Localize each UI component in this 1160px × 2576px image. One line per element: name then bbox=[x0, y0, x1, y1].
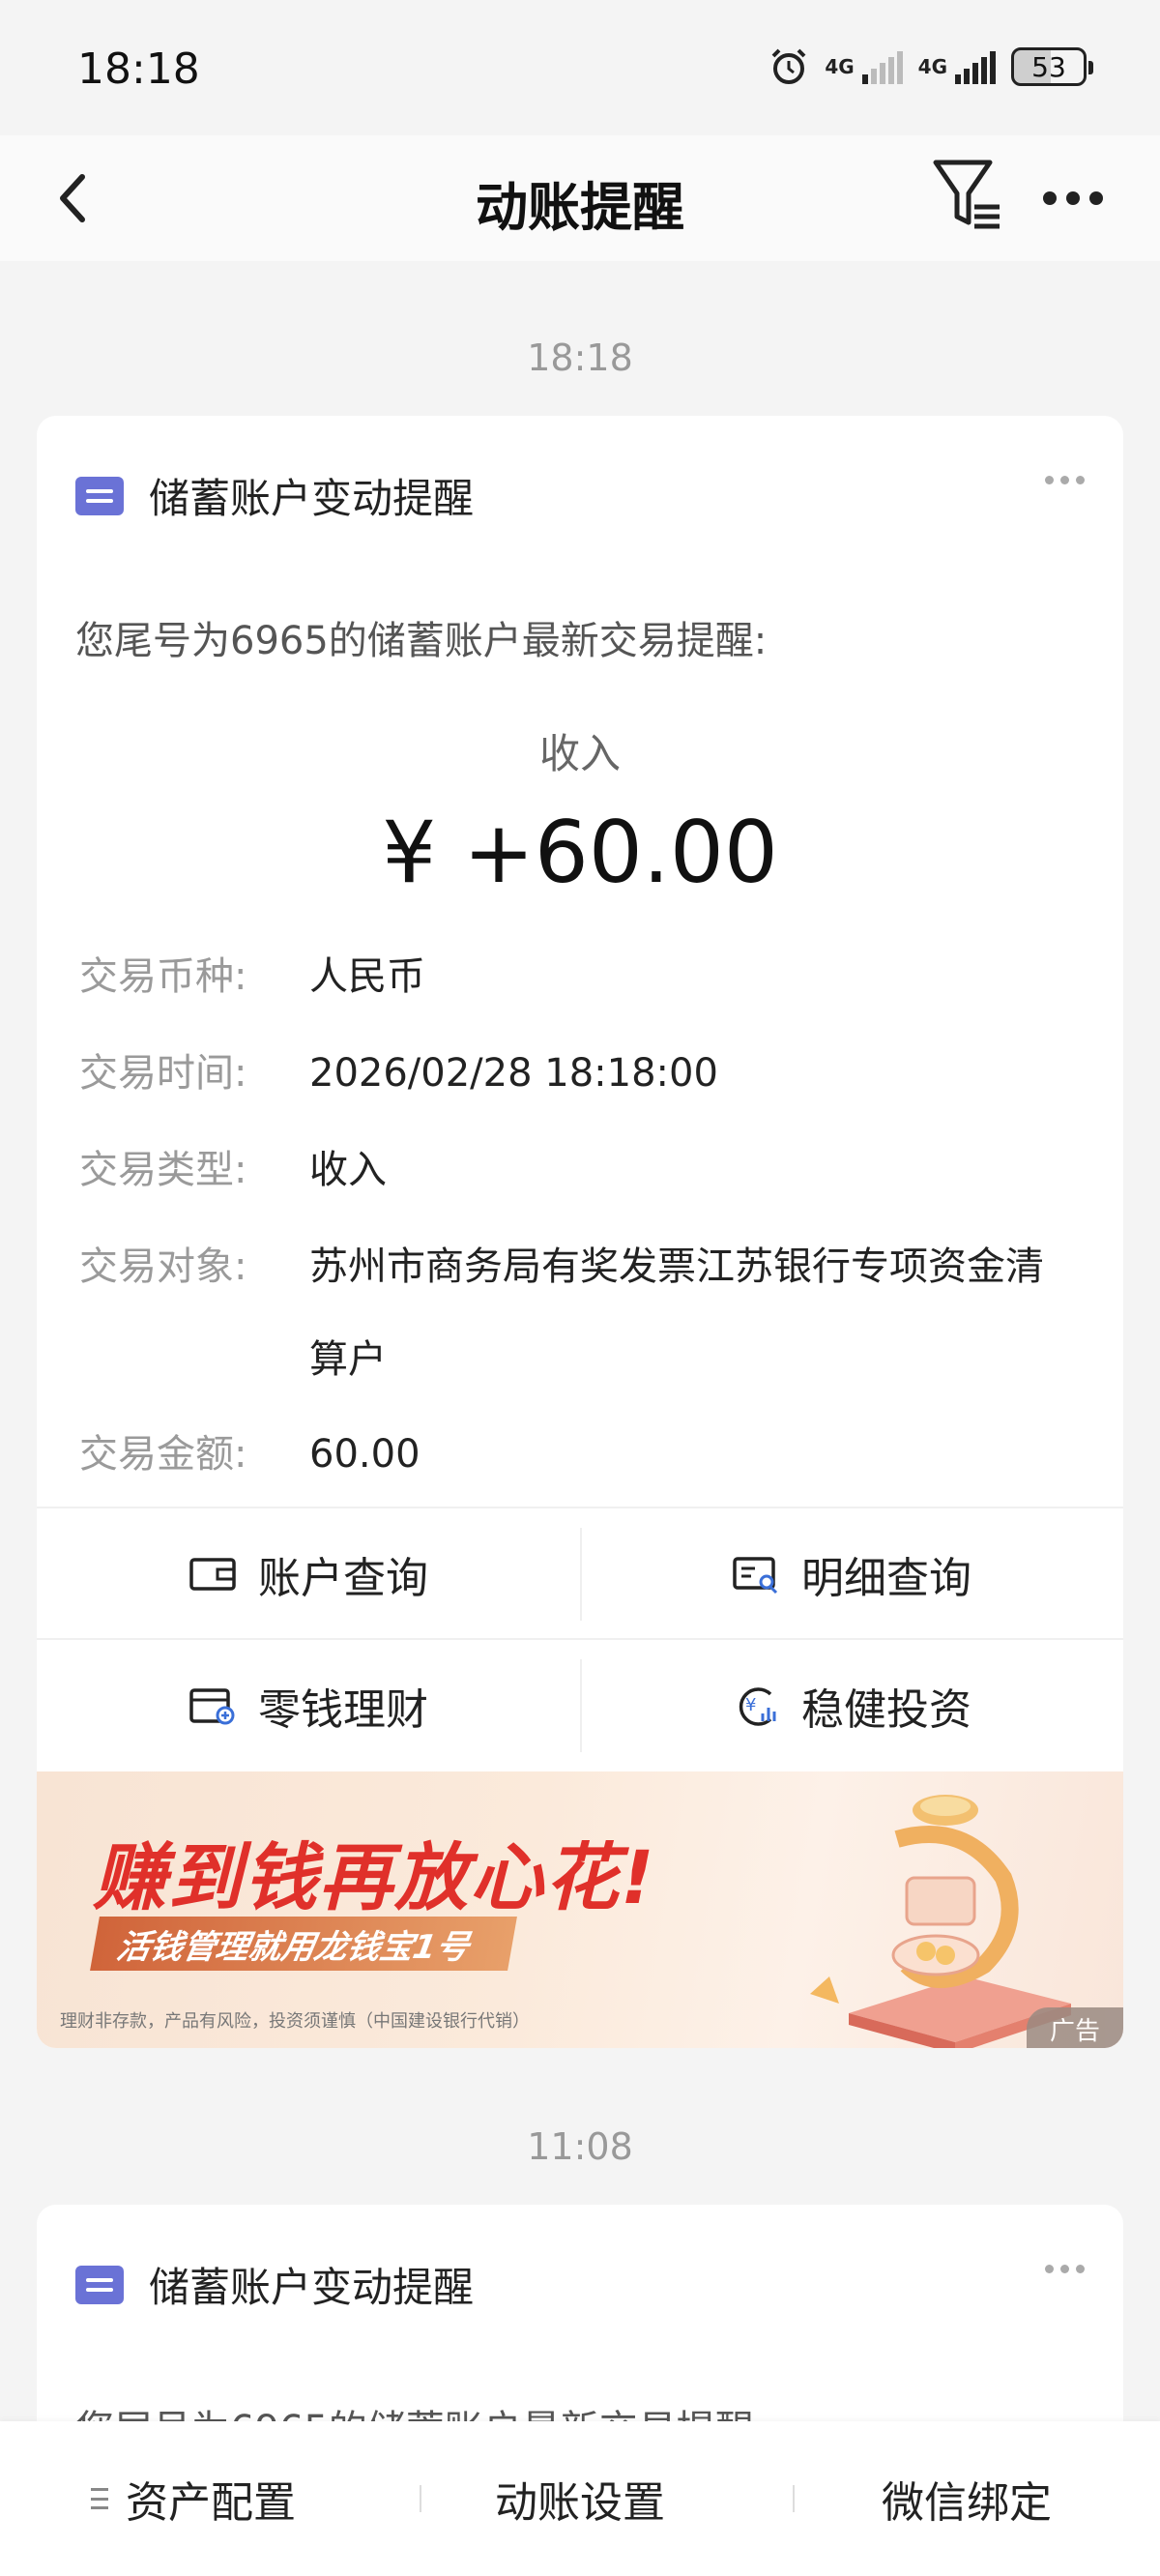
investment-button[interactable]: ¥ 稳健投资 bbox=[580, 1640, 1123, 1771]
card-header: 储蓄账户变动提醒 bbox=[75, 466, 474, 525]
yuan-chart-icon: ¥ bbox=[739, 1687, 776, 1726]
network-type-2: 4G bbox=[917, 55, 947, 78]
card-header: 储蓄账户变动提醒 bbox=[75, 2255, 474, 2314]
field-type: 交易类型: 收入 bbox=[79, 1141, 1073, 1199]
card-title: 储蓄账户变动提醒 bbox=[149, 2264, 475, 2311]
field-label: 交易金额: bbox=[79, 1432, 247, 1477]
battery-icon: 53 bbox=[1011, 47, 1093, 86]
nav-header: 动账提醒 bbox=[0, 135, 1160, 261]
status-icons: 4G 4G 53 bbox=[768, 46, 1093, 87]
field-amount: 交易金额: 60.00 bbox=[79, 1425, 1073, 1483]
status-time: 18:18 bbox=[77, 44, 200, 94]
network-type-1: 4G bbox=[825, 55, 855, 78]
menu-icon bbox=[91, 2488, 108, 2509]
action-label: 账户查询 bbox=[258, 1554, 428, 1603]
field-label: 交易时间: bbox=[79, 1051, 247, 1096]
field-value: 收入 bbox=[309, 1148, 387, 1192]
ad-subline: 活钱管理就用龙钱宝1号 bbox=[90, 1917, 517, 1971]
card-more-button[interactable] bbox=[1045, 2265, 1085, 2273]
signal-icon-2 bbox=[955, 49, 996, 84]
transfer-icon bbox=[75, 2265, 124, 2304]
field-label: 交易币种: bbox=[79, 954, 247, 999]
field-value: 60.00 bbox=[309, 1432, 420, 1477]
ad-headline: 赚到钱再放心花! bbox=[93, 1834, 656, 1920]
field-value: 2026/02/28 18:18:00 bbox=[309, 1051, 718, 1096]
field-label: 交易对象: bbox=[79, 1244, 247, 1289]
message-time-label: 18:18 bbox=[527, 337, 633, 379]
alarm-icon bbox=[771, 48, 806, 84]
field-value: 苏州市商务局有奖发票江苏银行专项资金清算户 bbox=[309, 1244, 1044, 1382]
detail-search-icon bbox=[733, 1557, 778, 1595]
wealth-button[interactable]: 零钱理财 bbox=[37, 1640, 580, 1771]
ad-banner[interactable]: 赚到钱再放心花! 活钱管理就用龙钱宝1号 理财非存款，产品有风险，投资须谨慎（中… bbox=[37, 1771, 1123, 2048]
filter-icon[interactable] bbox=[930, 155, 1007, 238]
message-time-label: 11:08 bbox=[527, 2125, 633, 2168]
transaction-card: 储蓄账户变动提醒 您尾号为6965的储蓄账户最新交易提醒: 收入 ¥ +60.0… bbox=[37, 416, 1123, 2048]
detail-query-button[interactable]: 明细查询 bbox=[580, 1508, 1123, 1640]
tab-label: 微信绑定 bbox=[882, 2478, 1052, 2528]
action-label: 稳健投资 bbox=[801, 1685, 972, 1735]
field-counterparty: 交易对象: 苏州市商务局有奖发票江苏银行专项资金清算户 bbox=[79, 1220, 1073, 1406]
field-currency: 交易币种: 人民币 bbox=[79, 948, 1073, 1006]
tab-alert-settings[interactable]: 动账设置 bbox=[387, 2421, 773, 2576]
tab-asset-allocation[interactable]: 资产配置 bbox=[0, 2421, 387, 2576]
action-label: 明细查询 bbox=[801, 1554, 972, 1603]
account-query-button[interactable]: 账户查询 bbox=[37, 1508, 580, 1640]
transfer-icon bbox=[75, 476, 124, 515]
tab-wechat-binding[interactable]: 微信绑定 bbox=[773, 2421, 1160, 2576]
bottom-tab-bar: 资产配置 动账设置 微信绑定 bbox=[0, 2421, 1160, 2576]
ad-disclaimer: 理财非存款，产品有风险，投资须谨慎（中国建设银行代销） bbox=[60, 2011, 530, 2032]
transaction-intro: 您尾号为6965的储蓄账户最新交易提醒: bbox=[75, 619, 768, 663]
card-title: 储蓄账户变动提醒 bbox=[149, 475, 475, 522]
ad-badge: 广告 bbox=[1027, 2007, 1123, 2048]
transaction-amount: ¥ +60.00 bbox=[382, 803, 778, 902]
signal-icon-1 bbox=[861, 49, 903, 84]
status-bar: 18:18 4G 4G 53 bbox=[0, 0, 1160, 135]
card-more-button[interactable] bbox=[1045, 476, 1085, 484]
field-time: 交易时间: 2026/02/28 18:18:00 bbox=[79, 1044, 1073, 1102]
more-options-button[interactable] bbox=[1034, 174, 1112, 222]
transaction-type-heading: 收入 bbox=[538, 730, 621, 777]
field-value: 人民币 bbox=[309, 954, 425, 999]
field-label: 交易类型: bbox=[79, 1148, 247, 1192]
svg-text:¥: ¥ bbox=[745, 1695, 756, 1715]
tab-label: 动账设置 bbox=[495, 2478, 665, 2528]
wealth-card-icon bbox=[189, 1688, 235, 1725]
wallet-icon bbox=[189, 1558, 236, 1591]
tab-label: 资产配置 bbox=[126, 2478, 296, 2528]
action-label: 零钱理财 bbox=[258, 1685, 428, 1735]
quick-actions: 账户查询 明细查询 零钱理财 ¥ 稳健投资 bbox=[37, 1507, 1123, 1770]
